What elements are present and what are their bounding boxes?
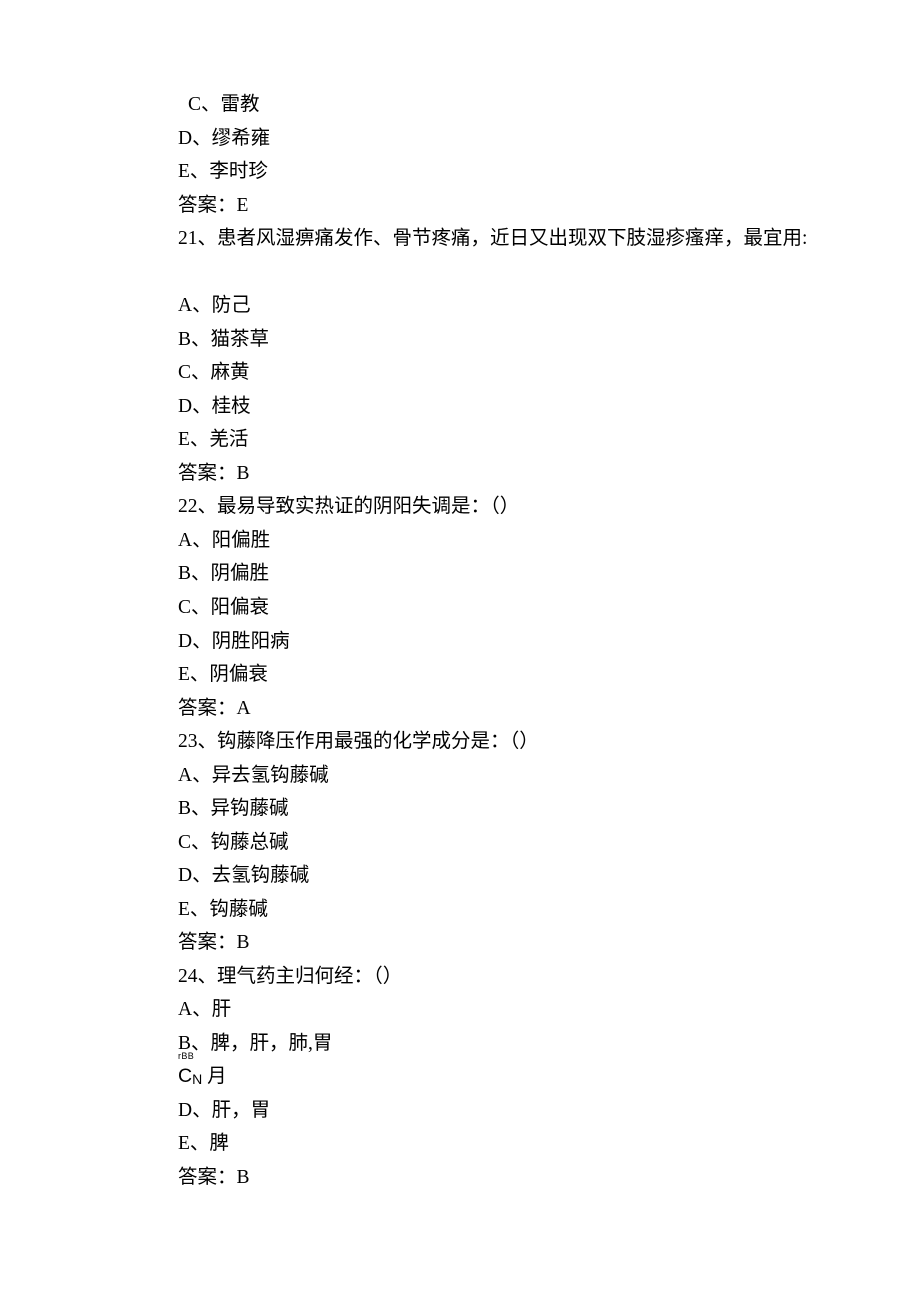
document-page: C、雷教 D、缪希雍 E、李时珍 答案：E 21、患者风湿痹痛发作、骨节疼痛，近… xyxy=(0,0,920,1283)
option-c-garbled: rBB CN 月 xyxy=(178,1060,750,1094)
option-e: E、脾 xyxy=(178,1127,750,1161)
option-e: E、钩藤碱 xyxy=(178,893,750,927)
answer-line: 答案：B xyxy=(178,926,750,960)
option-e: E、李时珍 xyxy=(178,155,750,189)
ruby-base-c: C xyxy=(178,1065,192,1087)
option-c: C、麻黄 xyxy=(178,356,750,390)
option-b: B、异钩藤碱 xyxy=(178,792,750,826)
option-c: C、钩藤总碱 xyxy=(178,826,750,860)
garbled-tail: 月 xyxy=(202,1066,226,1087)
option-e: E、羌活 xyxy=(178,423,750,457)
option-d: D、缪希雍 xyxy=(178,122,750,156)
option-a: A、防己 xyxy=(178,289,750,323)
question-21: 21、患者风湿痹痛发作、骨节疼痛，近日又出现双下肢湿疹瘙痒，最宜用: xyxy=(178,222,750,256)
option-d: D、肝，胃 xyxy=(178,1094,750,1128)
answer-line: 答案：B xyxy=(178,1161,750,1195)
question-24: 24、理气药主归何经：（） xyxy=(178,960,750,994)
option-d: D、桂枝 xyxy=(178,390,750,424)
option-d: D、阴胜阳病 xyxy=(178,625,750,659)
answer-line: 答案：B xyxy=(178,457,750,491)
option-d: D、去氢钩藤碱 xyxy=(178,859,750,893)
ruby-annotation: rBB xyxy=(178,1049,194,1064)
option-c: C、阳偏衰 xyxy=(178,591,750,625)
blank-line xyxy=(178,256,750,290)
question-23: 23、钩藤降压作用最强的化学成分是：（） xyxy=(178,725,750,759)
option-e: E、阴偏衰 xyxy=(178,658,750,692)
option-b: B、猫茶草 xyxy=(178,323,750,357)
garbled-ruby: rBB CN xyxy=(178,1060,202,1094)
question-22: 22、最易导致实热证的阴阳失调是：（） xyxy=(178,490,750,524)
option-a: A、异去氢钩藤碱 xyxy=(178,759,750,793)
option-b: B、脾，肝，肺,胃 xyxy=(178,1027,750,1061)
option-a: A、阳偏胜 xyxy=(178,524,750,558)
answer-line: 答案：E xyxy=(178,189,750,223)
option-c: C、雷教 xyxy=(178,88,750,122)
option-b: B、阴偏胜 xyxy=(178,557,750,591)
answer-line: 答案：A xyxy=(178,692,750,726)
ruby-sub-n: N xyxy=(192,1071,202,1087)
option-a: A、肝 xyxy=(178,993,750,1027)
